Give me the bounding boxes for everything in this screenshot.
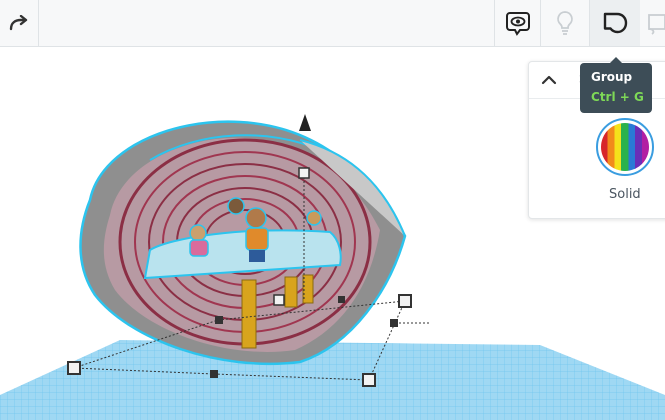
group-shape-icon (603, 12, 628, 34)
group-button[interactable] (590, 0, 640, 46)
resize-handle-back-left[interactable] (273, 294, 285, 306)
shape-outline-icon (648, 14, 665, 35)
figure-center[interactable] (245, 207, 269, 262)
top-toolbar (0, 0, 665, 47)
height-handle[interactable] (298, 167, 310, 179)
chevron-up-icon[interactable] (539, 70, 559, 90)
figure-left[interactable] (189, 224, 209, 257)
group-tooltip: Group Ctrl + G (580, 57, 652, 113)
tooltip-shortcut: Ctrl + G (591, 90, 644, 104)
lightbulb-icon (557, 11, 573, 35)
edge-handle-right[interactable] (390, 319, 398, 327)
solid-label: Solid (609, 187, 641, 202)
lift-cone-handle[interactable] (299, 114, 311, 131)
edge-handle-front[interactable] (210, 370, 218, 378)
resize-handle-back-right[interactable] (398, 294, 412, 308)
show-hide-button[interactable] (495, 0, 540, 46)
redo-button[interactable] (0, 0, 38, 46)
resize-handle-front-left[interactable] (67, 361, 81, 375)
redo-arrow-icon (9, 15, 28, 31)
resize-handle-front-right[interactable] (362, 373, 376, 387)
rainbow-swatch-icon (601, 123, 649, 171)
solid-color-swatch[interactable] (596, 118, 654, 176)
notes-button[interactable] (541, 0, 589, 46)
toolbar-divider (38, 0, 39, 46)
ungroup-button[interactable] (640, 0, 665, 46)
tooltip-title: Group (591, 70, 633, 84)
edge-handle-left[interactable] (215, 316, 223, 324)
eye-speech-bubble-icon (505, 12, 530, 36)
edge-handle-back[interactable] (338, 296, 345, 303)
